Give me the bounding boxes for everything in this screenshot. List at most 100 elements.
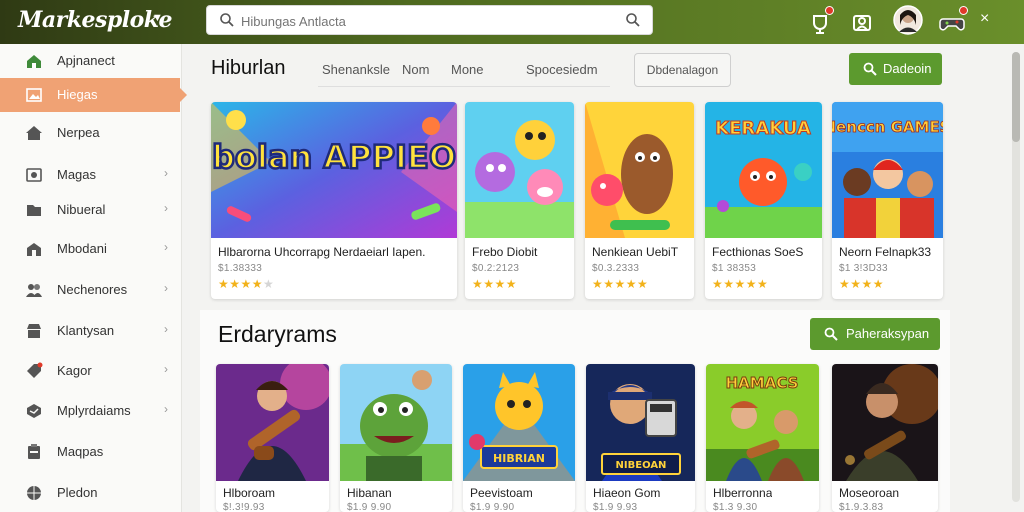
people-icon [26,284,42,297]
building-icon [27,243,41,256]
search-icon [824,327,838,341]
sidebar-item-magas[interactable]: Magas › [0,158,182,192]
rating-stars: ★★★★ [839,277,885,291]
app-thumbnail: NIBEOAN [586,364,695,481]
store-icon[interactable] [848,8,876,36]
app-price: $1 38353 [712,263,757,274]
sidebar-item-nechenores[interactable]: Nechenores › [0,273,182,307]
globe-icon [27,486,41,500]
app-card[interactable]: HIBRIAN Peevistoam $1.9 9.90 [463,364,575,512]
sidebar-item-label: Kagor [57,363,92,378]
chevron-right-icon: › [164,166,168,180]
sidebar-item-label: Nibueral [57,202,106,217]
app-banner-image: Hbolan APPIEON [211,102,457,238]
sidebar-item-pledon[interactable]: Pledon [0,476,182,510]
app-price: $1.38333 [218,263,263,274]
sidebar-item-nerpea[interactable]: Nerpea [0,116,182,150]
top-bar: Markesploke ▼ × [0,0,1024,44]
app-price: $!.3!9.93 [223,502,265,512]
app-price: $1.9 9.90 [470,502,515,512]
app-thumbnail [340,364,452,481]
app-price: $1 3!3D33 [839,263,888,274]
sidebar-item-label: Maqpas [57,444,104,459]
app-card[interactable]: Moseoroan $1.9.3.83 [832,364,938,512]
clipboard-icon [28,444,40,459]
app-card[interactable]: Frebo Diobit $0.2:2123 ★★★★ [465,102,574,299]
app-thumbnail [585,102,694,238]
cube-icon [27,404,41,418]
search-icon [220,13,234,27]
app-title: Hiaeon Gom [593,486,661,500]
art-text: Nenccn GAMES [832,118,943,136]
app-title: Nenkiean UebiT [592,245,679,259]
sidebar-item-label: Mplyrdaiams [57,403,131,418]
sidebar-item-label: Magas [57,167,97,182]
sidebar-item-mplyrdaiams[interactable]: Mplyrdaiams › [0,394,182,428]
section-title-erdaryrams: Erdaryrams [218,321,337,347]
rating-stars: ★★★★★ [218,277,275,291]
chevron-right-icon: › [164,402,168,416]
app-card[interactable]: KERAKUA Fecthionas SoeS $1 38353 ★★★★★ [705,102,822,299]
photo-icon [26,168,42,182]
rating-stars: ★★★★★ [592,277,649,291]
app-thumbnail [832,364,938,481]
sidebar-item-label: Nechenores [57,282,128,297]
tab-nom[interactable]: Nom [402,62,429,77]
sidebar-item-klantysan[interactable]: Klantysan › [0,314,182,348]
search-icon [863,62,877,76]
brand-logo[interactable]: Markesploke [18,7,172,33]
app-card[interactable]: Hibanan $1.9 9.90 [340,364,452,512]
filter-button[interactable]: Dbdenalagon [634,53,731,87]
tab-shenanksle[interactable]: Shenanksle [322,62,390,77]
app-thumbnail [216,364,329,481]
sidebar-item-nibueral[interactable]: Nibueral › [0,193,182,227]
scrollbar[interactable] [1012,52,1020,502]
search-action-button[interactable]: Dadeoin [849,53,942,85]
scrollbar-thumb[interactable] [1012,52,1020,142]
search-bar[interactable] [206,5,653,35]
app-thumbnail: HIBRIAN [463,364,575,481]
section-action-button[interactable]: Paheraksypan [810,318,940,350]
app-card[interactable]: HAMACS Hlberronna $1.3 9.30 [706,364,819,512]
app-card[interactable]: Nenkiean UebiT $0.3.2333 ★★★★★ [585,102,694,299]
art-text: KERAKUA [715,118,811,139]
app-card[interactable]: Hbolan APPIEON Hlbarorna Uhcorrapg Nerda… [211,102,457,299]
app-thumbnail [465,102,574,238]
sidebar-item-kagor[interactable]: Kagor › [0,354,182,388]
rating-stars: ★★★★ [472,277,518,291]
tag-icon [27,362,43,378]
art-text: NIBEOAN [616,460,667,471]
chevron-right-icon: › [164,201,168,215]
search-submit-icon[interactable] [625,12,641,28]
close-icon[interactable]: × [980,10,989,28]
game-controller-icon[interactable] [938,6,968,36]
home-icon [27,55,41,68]
tab-spocesiedm[interactable]: Spocesiedm [526,62,598,77]
sidebar-item-mbodani[interactable]: Mbodani › [0,232,182,266]
search-input[interactable] [241,11,621,31]
app-card[interactable]: Hlboroam $!.3!9.93 [216,364,329,512]
sidebar-item-apjnanect[interactable]: Apjnanect [0,44,182,78]
chevron-right-icon: › [164,362,168,376]
app-card[interactable]: NIBEOAN Hiaeon Gom $1.9 9.93 [586,364,695,512]
app-title: Moseoroan [839,486,900,500]
app-card[interactable]: Nenccn GAMES Neorn Felnapk33 $1 3!3D33 ★… [832,102,943,299]
rating-stars: ★★★★★ [712,277,769,291]
image-icon [26,88,42,102]
chevron-down-icon[interactable]: ▼ [152,12,163,24]
tab-divider [318,86,610,87]
sidebar-item-label: Apjnanect [57,53,115,68]
sidebar-item-label: Pledon [57,485,98,500]
tab-mone[interactable]: Mone [451,62,484,77]
app-price: $0.2:2123 [472,263,520,274]
avatar[interactable] [893,5,923,35]
app-price: $1.9 9.90 [347,502,392,512]
sidebar-item-label: Hiegas [57,87,98,102]
section-title-hiburlan: Hiburlan [211,57,286,79]
app-title: Hibanan [347,486,392,500]
app-title: Fecthionas SoeS [712,245,804,259]
banner-art-text: Hbolan APPIEON [211,138,457,176]
sidebar-item-maqpas[interactable]: Maqpas [0,435,182,469]
sidebar-item-hiegas[interactable]: Hiegas [0,78,187,112]
notification-icon[interactable] [806,6,834,36]
